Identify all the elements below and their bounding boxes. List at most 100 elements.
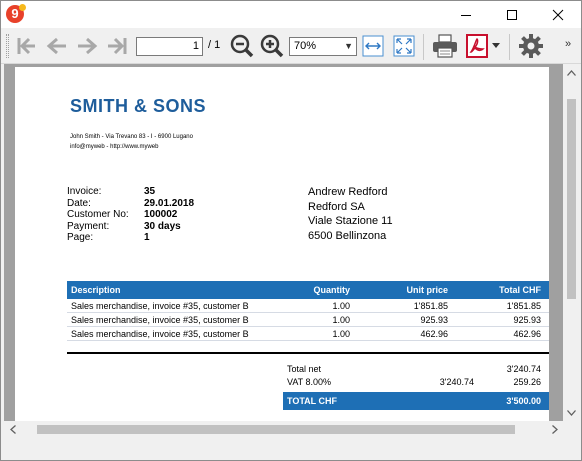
meta-row: Payment: 30 days <box>67 221 194 233</box>
scroll-down-button[interactable] <box>563 404 580 421</box>
cell-quantity: 1.00 <box>332 300 350 311</box>
next-page-button[interactable] <box>73 32 101 60</box>
document-viewport[interactable]: SMITH & SONS John Smith - Via Trevano 83… <box>4 64 563 421</box>
toolbar-grip[interactable] <box>6 34 9 58</box>
status-bar <box>1 438 581 460</box>
zoom-out-button[interactable] <box>228 32 256 60</box>
zoom-in-button[interactable] <box>258 32 286 60</box>
meta-label: Payment: <box>67 220 110 232</box>
invoice-page: SMITH & SONS John Smith - Via Trevano 83… <box>15 67 549 421</box>
total-net-label: Total net <box>287 363 322 374</box>
vertical-scroll-thumb[interactable] <box>567 99 576 299</box>
table-row: Sales merchandise, invoice #35, customer… <box>67 313 549 327</box>
meta-row: Date: 29.01.2018 <box>67 198 194 210</box>
totals-divider <box>67 352 549 354</box>
col-quantity: Quantity <box>313 285 350 295</box>
cell-unit-price: 1'851.85 <box>413 300 448 311</box>
meta-value: 1 <box>144 232 150 243</box>
chevron-down-icon <box>567 409 576 416</box>
recipient-address: Andrew Redford Redford SA Viale Stazione… <box>308 185 393 243</box>
app-logo-text: 9 <box>11 6 19 21</box>
cell-description: Sales merchandise, invoice #35, customer… <box>71 300 249 311</box>
meta-row: Customer No: 100002 <box>67 209 194 221</box>
cell-total: 1'851.85 <box>506 300 541 311</box>
line-items-table: Description Quantity Unit price Total CH… <box>67 281 549 341</box>
fit-width-button[interactable] <box>359 32 387 60</box>
chevron-down-icon: ▼ <box>344 41 353 51</box>
meta-label: Invoice: <box>67 186 102 197</box>
vertical-scrollbar[interactable] <box>563 64 580 421</box>
recipient-line: Andrew Redford <box>308 186 388 198</box>
meta-value: 35 <box>144 186 156 197</box>
previous-page-icon <box>46 37 66 55</box>
settings-button[interactable] <box>517 32 545 60</box>
pdf-options-dropdown[interactable] <box>489 32 503 60</box>
totals-block: Total net 3'240.74 VAT 8.00% 3'240.74 25… <box>283 362 549 410</box>
page-number-input[interactable]: 1 <box>136 37 203 56</box>
first-page-icon <box>17 37 35 55</box>
print-button[interactable] <box>431 32 459 60</box>
cell-unit-price: 462.96 <box>420 328 448 339</box>
fit-width-icon <box>362 35 384 57</box>
table-row: Sales merchandise, invoice #35, customer… <box>67 327 549 341</box>
vat-base: 3'240.74 <box>439 376 474 387</box>
table-row: Sales merchandise, invoice #35, customer… <box>67 299 549 313</box>
vat-value: 259.26 <box>513 376 541 387</box>
maximize-button[interactable] <box>489 1 535 28</box>
total-net-value: 3'240.74 <box>506 363 541 374</box>
last-page-icon <box>108 37 127 55</box>
toolbar: 1 / 1 70% ▼ » <box>1 28 581 64</box>
fit-page-button[interactable] <box>390 32 418 60</box>
minimize-button[interactable] <box>443 1 489 28</box>
vat-label: VAT 8.00% <box>287 376 332 387</box>
maximize-icon <box>507 9 517 20</box>
next-page-icon <box>78 37 98 55</box>
first-page-button[interactable] <box>13 32 41 60</box>
meta-value: 29.01.2018 <box>144 197 195 209</box>
zoom-select[interactable]: 70% ▼ <box>289 37 357 56</box>
scroll-up-button[interactable] <box>563 64 580 81</box>
horizontal-scroll-thumb[interactable] <box>37 425 515 434</box>
app-logo-icon[interactable]: 9 <box>6 4 26 23</box>
chevron-right-icon <box>551 425 558 434</box>
total-net-row: Total net 3'240.74 <box>283 362 549 375</box>
scroll-right-button[interactable] <box>546 421 563 438</box>
scrollbar-corner <box>563 421 580 438</box>
col-total: Total CHF <box>499 285 541 295</box>
cell-quantity: 1.00 <box>332 314 350 325</box>
settings-icon <box>519 34 543 58</box>
close-button[interactable] <box>535 1 581 28</box>
cell-description: Sales merchandise, invoice #35, customer… <box>71 314 249 325</box>
toolbar-overflow-button[interactable]: » <box>565 38 571 50</box>
meta-label: Date: <box>67 197 91 209</box>
vat-row: VAT 8.00% 3'240.74 259.26 <box>283 375 549 388</box>
previous-page-button[interactable] <box>43 32 71 60</box>
scroll-left-button[interactable] <box>4 421 21 438</box>
page-total-label: / 1 <box>208 39 221 51</box>
grand-total-label: TOTAL CHF <box>287 396 337 406</box>
toolbar-separator <box>423 34 424 60</box>
col-unit-price: Unit price <box>406 285 448 295</box>
meta-value: 100002 <box>144 209 178 220</box>
meta-row: Page: 1 <box>67 232 194 244</box>
meta-value: 30 days <box>144 220 181 232</box>
fit-page-icon <box>393 35 415 57</box>
recipient-line: 6500 Bellinzona <box>308 229 387 242</box>
cell-description: Sales merchandise, invoice #35, customer… <box>71 328 249 339</box>
chevron-left-icon <box>9 425 16 434</box>
company-address: John Smith - Via Trevano 83 - I - 6900 L… <box>70 134 193 140</box>
chevron-up-icon <box>567 69 576 76</box>
cell-unit-price: 925.93 <box>420 314 448 325</box>
pdf-icon <box>466 34 488 58</box>
minimize-icon <box>461 14 471 16</box>
cell-total: 462.96 <box>513 328 541 339</box>
cell-total: 925.93 <box>513 314 541 325</box>
last-page-button[interactable] <box>103 32 131 60</box>
title-bar: 9 <box>1 1 581 28</box>
horizontal-scrollbar[interactable] <box>4 421 563 438</box>
meta-label: Page: <box>67 232 94 243</box>
grand-total-row: TOTAL CHF 3'500.00 <box>283 392 549 410</box>
table-header: Description Quantity Unit price Total CH… <box>67 281 549 299</box>
pdf-export-button[interactable] <box>463 32 491 60</box>
company-name: SMITH & SONS <box>70 96 207 116</box>
